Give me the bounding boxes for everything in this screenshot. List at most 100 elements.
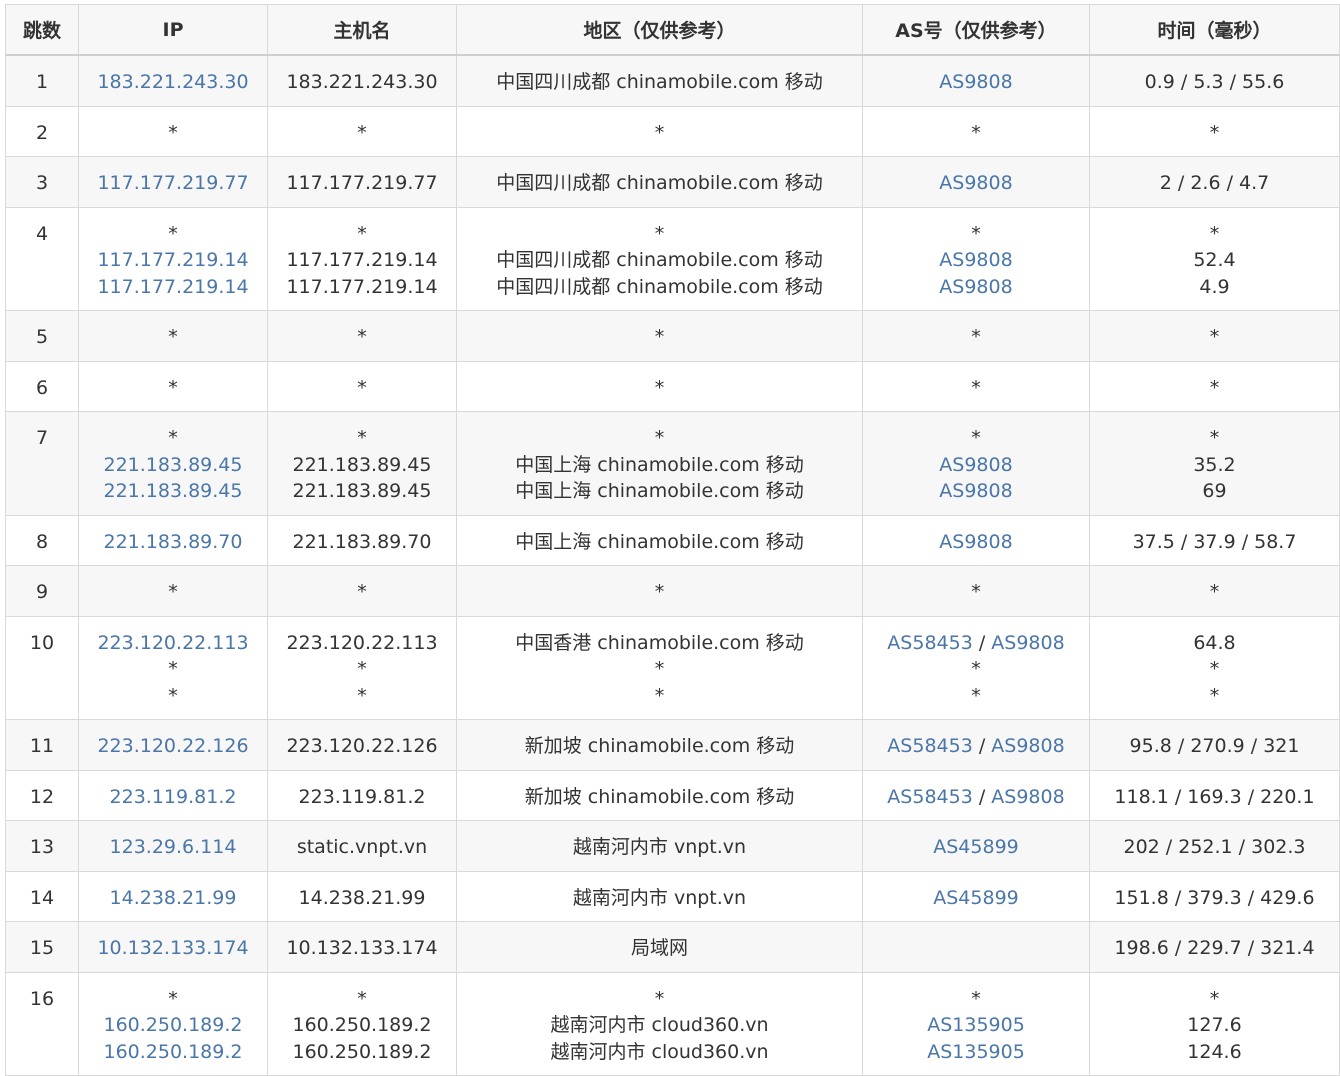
hostname-cell: 223.120.22.113 * * bbox=[267, 615, 457, 720]
as-link[interactable]: AS9808 bbox=[939, 249, 1012, 271]
as-cell bbox=[862, 921, 1090, 973]
empty-marker: * bbox=[1209, 222, 1220, 245]
ip-link[interactable]: 117.177.219.14 bbox=[97, 249, 248, 271]
ip-link[interactable]: 160.250.189.2 bbox=[103, 1041, 242, 1063]
hostname-cell: static.vnpt.vn bbox=[267, 820, 457, 872]
empty-marker: * bbox=[357, 222, 367, 245]
as-link[interactable]: AS9808 bbox=[991, 735, 1064, 757]
ip-cell: 117.177.219.77 bbox=[78, 156, 268, 208]
empty-marker: * bbox=[654, 581, 665, 603]
as-cell: * AS9808 AS9808 bbox=[862, 206, 1090, 311]
region-text: 中国四川成都 chinamobile.com 移动 bbox=[496, 172, 823, 194]
ip-link[interactable]: 183.221.243.30 bbox=[97, 71, 248, 93]
empty-marker: * bbox=[168, 658, 178, 680]
ip-link[interactable]: 123.29.6.114 bbox=[110, 836, 237, 858]
as-line: * bbox=[863, 579, 1089, 606]
ip-line: 221.183.89.70 bbox=[79, 529, 267, 556]
as-link[interactable]: AS135905 bbox=[927, 1041, 1025, 1063]
as-link[interactable]: AS9808 bbox=[939, 531, 1012, 553]
hop-number: 2 bbox=[35, 121, 49, 144]
time-cell: 95.8 / 270.9 / 321 bbox=[1089, 719, 1340, 771]
ip-line: 123.29.6.114 bbox=[79, 834, 267, 861]
as-link[interactable]: AS9808 bbox=[991, 786, 1064, 808]
ip-line: 223.120.22.126 bbox=[79, 733, 267, 760]
empty-marker: * bbox=[357, 684, 367, 707]
ip-link[interactable]: 117.177.219.14 bbox=[97, 276, 248, 298]
as-separator: / bbox=[972, 785, 992, 808]
hop-number: 6 bbox=[35, 376, 49, 399]
hop-cell: 12 bbox=[5, 769, 79, 821]
time-cell: 0.9 / 5.3 / 55.6 bbox=[1089, 54, 1340, 107]
ip-link[interactable]: 223.120.22.126 bbox=[97, 735, 248, 757]
time-text: 127.6 bbox=[1187, 1014, 1242, 1036]
as-line bbox=[863, 935, 1089, 962]
ip-cell: 14.238.21.99 bbox=[78, 870, 268, 922]
table-row: 12 223.119.81.2 223.119.81.2 新加坡 chinamobil… bbox=[5, 769, 1340, 821]
empty-marker: * bbox=[971, 581, 981, 603]
hop-cell: 16 bbox=[5, 971, 79, 1076]
ip-cell: * bbox=[78, 105, 268, 157]
empty-marker: * bbox=[971, 326, 981, 348]
table-header: 跳数 IP 主机名 地区（仅供参考） AS号（仅供参考） 时间（毫秒） bbox=[5, 4, 1340, 56]
hop-number: 15 bbox=[29, 937, 55, 959]
as-line: AS45899 bbox=[863, 834, 1089, 861]
empty-marker: * bbox=[1209, 658, 1220, 680]
hostname-cell: * 117.177.219.14 117.177.219.14 bbox=[267, 206, 457, 311]
region-text: 中国上海 chinamobile.com 移动 bbox=[515, 480, 804, 502]
ip-link[interactable]: 223.119.81.2 bbox=[110, 786, 237, 808]
empty-marker: * bbox=[971, 427, 981, 449]
as-link[interactable]: AS9808 bbox=[939, 71, 1012, 93]
hostname-text: 183.221.243.30 bbox=[286, 71, 438, 93]
ip-link[interactable]: 10.132.133.174 bbox=[97, 937, 248, 959]
time-cell: 151.8 / 379.3 / 429.6 bbox=[1089, 870, 1340, 922]
as-line: AS58453 / AS9808 bbox=[863, 630, 1089, 657]
ip-line: 117.177.219.77 bbox=[79, 170, 267, 197]
hostname-text: 223.119.81.2 bbox=[298, 785, 426, 808]
ip-cell: 223.120.22.126 bbox=[78, 719, 268, 771]
as-link[interactable]: AS58453 bbox=[887, 786, 973, 808]
hostname-text: 221.183.89.45 bbox=[292, 480, 432, 502]
ip-link[interactable]: 221.183.89.45 bbox=[103, 454, 242, 476]
region-text: 越南河内市 vnpt.vn bbox=[572, 886, 747, 909]
ip-link[interactable]: 221.183.89.45 bbox=[103, 480, 242, 502]
ip-line: 223.119.81.2 bbox=[79, 784, 267, 811]
header-as: AS号（仅供参考） bbox=[862, 4, 1090, 56]
as-link[interactable]: AS9808 bbox=[939, 480, 1012, 502]
as-cell: * bbox=[862, 105, 1090, 157]
as-line: * bbox=[863, 425, 1089, 452]
time-text: 64.8 bbox=[1193, 631, 1236, 654]
region-cell: 中国香港 chinamobile.com 移动 * * bbox=[456, 615, 863, 720]
region-text: 中国上海 chinamobile.com 移动 bbox=[515, 530, 804, 553]
as-line: AS9808 bbox=[863, 478, 1089, 505]
hostname-cell: * 160.250.189.2 160.250.189.2 bbox=[267, 971, 457, 1076]
ip-link[interactable]: 221.183.89.70 bbox=[103, 531, 242, 553]
ip-link[interactable]: 14.238.21.99 bbox=[110, 887, 237, 909]
region-cell: 越南河内市 vnpt.vn bbox=[456, 820, 863, 872]
ip-link[interactable]: 223.120.22.113 bbox=[97, 632, 248, 654]
as-link[interactable]: AS9808 bbox=[939, 454, 1012, 476]
time-text: 52.4 bbox=[1193, 249, 1236, 271]
empty-marker: * bbox=[1209, 376, 1220, 399]
as-link[interactable]: AS58453 bbox=[887, 735, 973, 757]
as-link[interactable]: AS45899 bbox=[933, 887, 1019, 909]
ip-link[interactable]: 117.177.219.77 bbox=[97, 172, 248, 194]
as-link[interactable]: AS9808 bbox=[991, 632, 1064, 654]
region-cell: 中国四川成都 chinamobile.com 移动 bbox=[456, 156, 863, 208]
hostname-cell: 183.221.243.30 bbox=[267, 54, 457, 107]
hop-cell: 9 bbox=[5, 565, 79, 617]
empty-marker: * bbox=[168, 222, 178, 245]
ip-cell: * bbox=[78, 310, 268, 362]
hop-number: 8 bbox=[35, 530, 49, 553]
ip-link[interactable]: 160.250.189.2 bbox=[103, 1014, 242, 1036]
hop-cell: 1 bbox=[5, 54, 79, 107]
ip-line: 10.132.133.174 bbox=[79, 935, 267, 962]
table-row: 7 * 221.183.89.45 221.183.89.45 * 221.183.89.… bbox=[5, 411, 1340, 516]
as-link[interactable]: AS58453 bbox=[887, 632, 973, 654]
as-link[interactable]: AS9808 bbox=[939, 172, 1012, 194]
empty-marker: * bbox=[971, 684, 981, 707]
as-link[interactable]: AS135905 bbox=[927, 1014, 1025, 1036]
hop-cell: 3 bbox=[5, 156, 79, 208]
as-link[interactable]: AS9808 bbox=[939, 276, 1012, 298]
as-link[interactable]: AS45899 bbox=[933, 836, 1019, 858]
as-cell: * AS135905 AS135905 bbox=[862, 971, 1090, 1076]
